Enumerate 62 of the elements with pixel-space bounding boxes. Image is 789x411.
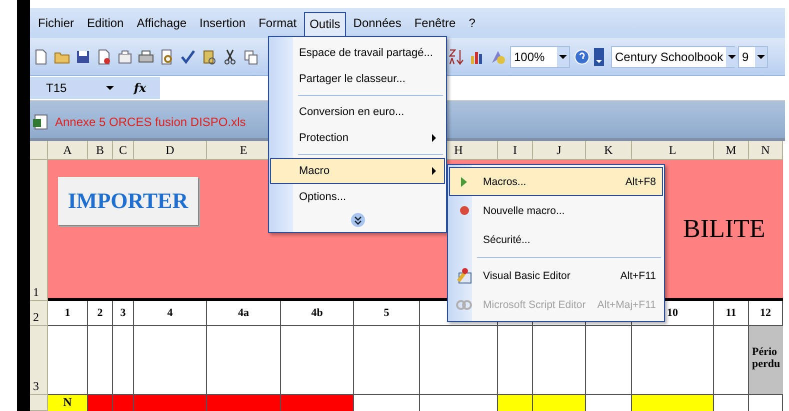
- menu-item[interactable]: Données: [347, 11, 408, 35]
- zoom-field[interactable]: 100%: [510, 46, 570, 68]
- table-cell: 11: [714, 301, 749, 326]
- column-header[interactable]: N: [749, 141, 783, 160]
- column-header[interactable]: J: [533, 141, 586, 160]
- column-header[interactable]: I: [498, 141, 533, 160]
- play-icon: [461, 176, 467, 186]
- copy-icon[interactable]: [242, 48, 260, 66]
- help-icon[interactable]: [573, 48, 591, 66]
- menu-item[interactable]: Edition: [81, 11, 130, 35]
- column-header[interactable]: B: [88, 141, 113, 160]
- font-field[interactable]: Century Schoolbook: [611, 46, 735, 68]
- menu-item[interactable]: Espace de travail partagé...: [270, 40, 445, 66]
- menu-item[interactable]: Format: [252, 11, 303, 35]
- column-header[interactable]: K: [586, 141, 632, 160]
- print-icon[interactable]: [137, 48, 155, 66]
- menu-item[interactable]: Options...: [270, 184, 445, 210]
- insert-function-icon[interactable]: fx: [120, 77, 160, 99]
- sort-descending-icon[interactable]: [447, 48, 465, 66]
- table-cell: N: [48, 395, 88, 411]
- table-cell: 4b: [281, 301, 354, 326]
- row-header[interactable]: 1: [30, 160, 48, 301]
- menu-item[interactable]: Visual Basic Editor Alt+F11: [449, 261, 663, 290]
- menu-item[interactable]: Macro: [270, 158, 445, 184]
- table-cell: 1: [48, 301, 88, 326]
- menu-item[interactable]: Fichier: [32, 11, 80, 35]
- row-header[interactable]: 3: [30, 326, 48, 395]
- script-editor-icon: [456, 298, 472, 310]
- table-cell: 2: [88, 301, 113, 326]
- column-header[interactable]: D: [134, 141, 207, 160]
- column-header[interactable]: C: [113, 141, 134, 160]
- spreadsheet-icon: [32, 112, 50, 130]
- table-cell: 4a: [207, 301, 281, 326]
- record-icon: [460, 206, 468, 215]
- menu-item[interactable]: Fenêtre: [408, 11, 462, 35]
- menu-item[interactable]: Nouvelle macro...: [449, 196, 663, 225]
- sheet-title: BILITE: [683, 214, 766, 244]
- menu-item[interactable]: Macros... Alt+F8: [449, 167, 663, 196]
- code-editor-icon: [456, 268, 472, 284]
- column-header[interactable]: M: [714, 141, 749, 160]
- table-cell: Pério perdu: [749, 326, 783, 395]
- column-header[interactable]: L: [632, 141, 714, 160]
- font-size-field[interactable]: 9: [738, 46, 768, 68]
- expand-chevron-icon[interactable]: [350, 213, 364, 227]
- workbook-title: Annexe 5 ORCES fusion DISPO.xls: [55, 114, 246, 128]
- menu-item[interactable]: Sécurité...: [449, 225, 663, 254]
- menu-item[interactable]: Partager le classeur...: [270, 66, 445, 92]
- menu-item[interactable]: Insertion: [194, 11, 252, 35]
- column-header[interactable]: A: [48, 141, 88, 160]
- table-cell: 3: [113, 301, 134, 326]
- name-box[interactable]: T15: [30, 77, 120, 99]
- row-header[interactable]: 2: [30, 301, 48, 326]
- menu-item[interactable]: ?: [462, 11, 482, 35]
- menu-item[interactable]: Conversion en euro...: [270, 99, 445, 125]
- menu-item[interactable]: Affichage: [130, 11, 193, 35]
- importer-button[interactable]: IMPORTER: [58, 177, 198, 225]
- email-icon[interactable]: [116, 48, 134, 66]
- table-cell: 4: [134, 301, 207, 326]
- spelling-icon[interactable]: [179, 48, 197, 66]
- toolbar-options-icon[interactable]: [594, 48, 604, 66]
- table-cell: 12: [749, 301, 783, 326]
- table-cell: 5: [354, 301, 420, 326]
